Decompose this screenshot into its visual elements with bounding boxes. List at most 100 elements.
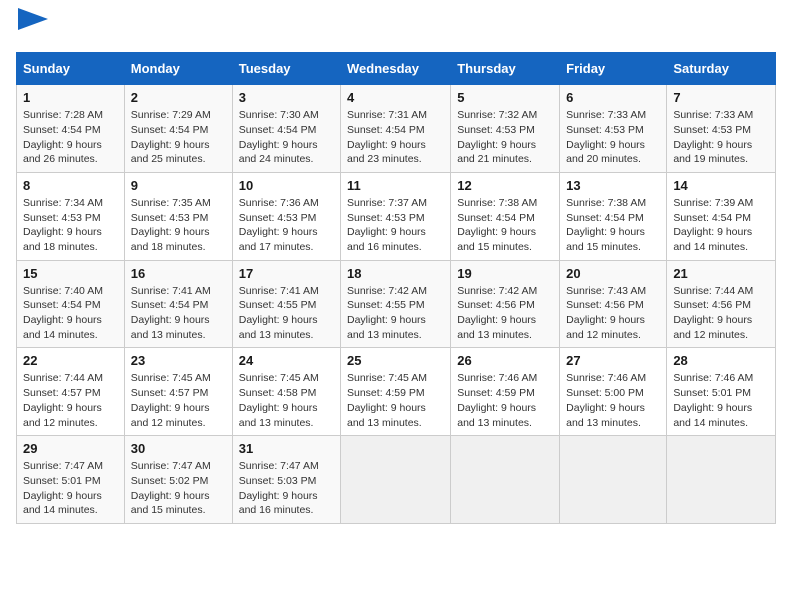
day-info: Sunrise: 7:46 AMSunset: 4:59 PMDaylight:…	[457, 371, 553, 430]
calendar-cell	[341, 436, 451, 524]
calendar-week-row: 8 Sunrise: 7:34 AMSunset: 4:53 PMDayligh…	[17, 172, 776, 260]
day-info: Sunrise: 7:28 AMSunset: 4:54 PMDaylight:…	[23, 108, 118, 167]
calendar-table: SundayMondayTuesdayWednesdayThursdayFrid…	[16, 52, 776, 524]
day-info: Sunrise: 7:47 AMSunset: 5:01 PMDaylight:…	[23, 459, 118, 518]
day-number: 6	[566, 90, 660, 105]
day-number: 21	[673, 266, 769, 281]
calendar-cell: 27 Sunrise: 7:46 AMSunset: 5:00 PMDaylig…	[560, 348, 667, 436]
calendar-cell: 21 Sunrise: 7:44 AMSunset: 4:56 PMDaylig…	[667, 260, 776, 348]
day-number: 30	[131, 441, 226, 456]
day-info: Sunrise: 7:37 AMSunset: 4:53 PMDaylight:…	[347, 196, 444, 255]
calendar-cell: 20 Sunrise: 7:43 AMSunset: 4:56 PMDaylig…	[560, 260, 667, 348]
day-number: 13	[566, 178, 660, 193]
day-info: Sunrise: 7:43 AMSunset: 4:56 PMDaylight:…	[566, 284, 660, 343]
calendar-cell: 19 Sunrise: 7:42 AMSunset: 4:56 PMDaylig…	[451, 260, 560, 348]
calendar-week-row: 15 Sunrise: 7:40 AMSunset: 4:54 PMDaylig…	[17, 260, 776, 348]
day-number: 1	[23, 90, 118, 105]
calendar-cell: 11 Sunrise: 7:37 AMSunset: 4:53 PMDaylig…	[341, 172, 451, 260]
day-info: Sunrise: 7:39 AMSunset: 4:54 PMDaylight:…	[673, 196, 769, 255]
calendar-cell: 8 Sunrise: 7:34 AMSunset: 4:53 PMDayligh…	[17, 172, 125, 260]
day-number: 28	[673, 353, 769, 368]
day-info: Sunrise: 7:47 AMSunset: 5:03 PMDaylight:…	[239, 459, 334, 518]
day-info: Sunrise: 7:33 AMSunset: 4:53 PMDaylight:…	[673, 108, 769, 167]
day-info: Sunrise: 7:45 AMSunset: 4:57 PMDaylight:…	[131, 371, 226, 430]
calendar-cell: 26 Sunrise: 7:46 AMSunset: 4:59 PMDaylig…	[451, 348, 560, 436]
calendar-cell: 31 Sunrise: 7:47 AMSunset: 5:03 PMDaylig…	[232, 436, 340, 524]
day-info: Sunrise: 7:42 AMSunset: 4:56 PMDaylight:…	[457, 284, 553, 343]
day-number: 18	[347, 266, 444, 281]
day-info: Sunrise: 7:41 AMSunset: 4:55 PMDaylight:…	[239, 284, 334, 343]
day-number: 7	[673, 90, 769, 105]
day-number: 2	[131, 90, 226, 105]
calendar-header-row: SundayMondayTuesdayWednesdayThursdayFrid…	[17, 53, 776, 85]
day-number: 10	[239, 178, 334, 193]
day-info: Sunrise: 7:35 AMSunset: 4:53 PMDaylight:…	[131, 196, 226, 255]
calendar-header-thursday: Thursday	[451, 53, 560, 85]
calendar-week-row: 1 Sunrise: 7:28 AMSunset: 4:54 PMDayligh…	[17, 85, 776, 173]
day-number: 19	[457, 266, 553, 281]
calendar-header-monday: Monday	[124, 53, 232, 85]
day-info: Sunrise: 7:46 AMSunset: 5:00 PMDaylight:…	[566, 371, 660, 430]
calendar-cell: 7 Sunrise: 7:33 AMSunset: 4:53 PMDayligh…	[667, 85, 776, 173]
day-info: Sunrise: 7:40 AMSunset: 4:54 PMDaylight:…	[23, 284, 118, 343]
day-info: Sunrise: 7:42 AMSunset: 4:55 PMDaylight:…	[347, 284, 444, 343]
day-number: 27	[566, 353, 660, 368]
calendar-header-sunday: Sunday	[17, 53, 125, 85]
day-info: Sunrise: 7:45 AMSunset: 4:59 PMDaylight:…	[347, 371, 444, 430]
calendar-cell: 6 Sunrise: 7:33 AMSunset: 4:53 PMDayligh…	[560, 85, 667, 173]
day-number: 14	[673, 178, 769, 193]
day-info: Sunrise: 7:44 AMSunset: 4:57 PMDaylight:…	[23, 371, 118, 430]
day-info: Sunrise: 7:32 AMSunset: 4:53 PMDaylight:…	[457, 108, 553, 167]
day-info: Sunrise: 7:36 AMSunset: 4:53 PMDaylight:…	[239, 196, 334, 255]
calendar-cell: 10 Sunrise: 7:36 AMSunset: 4:53 PMDaylig…	[232, 172, 340, 260]
day-number: 5	[457, 90, 553, 105]
day-info: Sunrise: 7:33 AMSunset: 4:53 PMDaylight:…	[566, 108, 660, 167]
day-number: 26	[457, 353, 553, 368]
day-number: 12	[457, 178, 553, 193]
calendar-cell: 18 Sunrise: 7:42 AMSunset: 4:55 PMDaylig…	[341, 260, 451, 348]
day-info: Sunrise: 7:30 AMSunset: 4:54 PMDaylight:…	[239, 108, 334, 167]
calendar-cell: 30 Sunrise: 7:47 AMSunset: 5:02 PMDaylig…	[124, 436, 232, 524]
day-number: 22	[23, 353, 118, 368]
logo	[16, 16, 48, 40]
day-number: 31	[239, 441, 334, 456]
calendar-cell: 17 Sunrise: 7:41 AMSunset: 4:55 PMDaylig…	[232, 260, 340, 348]
calendar-cell: 14 Sunrise: 7:39 AMSunset: 4:54 PMDaylig…	[667, 172, 776, 260]
day-number: 20	[566, 266, 660, 281]
day-number: 24	[239, 353, 334, 368]
day-info: Sunrise: 7:47 AMSunset: 5:02 PMDaylight:…	[131, 459, 226, 518]
calendar-cell: 9 Sunrise: 7:35 AMSunset: 4:53 PMDayligh…	[124, 172, 232, 260]
calendar-cell: 29 Sunrise: 7:47 AMSunset: 5:01 PMDaylig…	[17, 436, 125, 524]
calendar-cell: 22 Sunrise: 7:44 AMSunset: 4:57 PMDaylig…	[17, 348, 125, 436]
day-info: Sunrise: 7:44 AMSunset: 4:56 PMDaylight:…	[673, 284, 769, 343]
calendar-cell	[560, 436, 667, 524]
day-number: 4	[347, 90, 444, 105]
calendar-cell: 12 Sunrise: 7:38 AMSunset: 4:54 PMDaylig…	[451, 172, 560, 260]
calendar-cell: 15 Sunrise: 7:40 AMSunset: 4:54 PMDaylig…	[17, 260, 125, 348]
calendar-cell: 13 Sunrise: 7:38 AMSunset: 4:54 PMDaylig…	[560, 172, 667, 260]
calendar-header-wednesday: Wednesday	[341, 53, 451, 85]
day-number: 29	[23, 441, 118, 456]
calendar-cell	[667, 436, 776, 524]
day-number: 3	[239, 90, 334, 105]
calendar-cell: 25 Sunrise: 7:45 AMSunset: 4:59 PMDaylig…	[341, 348, 451, 436]
day-info: Sunrise: 7:38 AMSunset: 4:54 PMDaylight:…	[566, 196, 660, 255]
page-header	[16, 16, 776, 40]
day-number: 17	[239, 266, 334, 281]
day-info: Sunrise: 7:31 AMSunset: 4:54 PMDaylight:…	[347, 108, 444, 167]
day-info: Sunrise: 7:38 AMSunset: 4:54 PMDaylight:…	[457, 196, 553, 255]
calendar-cell: 2 Sunrise: 7:29 AMSunset: 4:54 PMDayligh…	[124, 85, 232, 173]
day-number: 23	[131, 353, 226, 368]
calendar-cell: 3 Sunrise: 7:30 AMSunset: 4:54 PMDayligh…	[232, 85, 340, 173]
calendar-cell	[451, 436, 560, 524]
day-number: 8	[23, 178, 118, 193]
day-number: 15	[23, 266, 118, 281]
calendar-cell: 5 Sunrise: 7:32 AMSunset: 4:53 PMDayligh…	[451, 85, 560, 173]
day-number: 11	[347, 178, 444, 193]
day-info: Sunrise: 7:41 AMSunset: 4:54 PMDaylight:…	[131, 284, 226, 343]
day-info: Sunrise: 7:46 AMSunset: 5:01 PMDaylight:…	[673, 371, 769, 430]
calendar-cell: 23 Sunrise: 7:45 AMSunset: 4:57 PMDaylig…	[124, 348, 232, 436]
calendar-week-row: 29 Sunrise: 7:47 AMSunset: 5:01 PMDaylig…	[17, 436, 776, 524]
calendar-cell: 28 Sunrise: 7:46 AMSunset: 5:01 PMDaylig…	[667, 348, 776, 436]
calendar-week-row: 22 Sunrise: 7:44 AMSunset: 4:57 PMDaylig…	[17, 348, 776, 436]
